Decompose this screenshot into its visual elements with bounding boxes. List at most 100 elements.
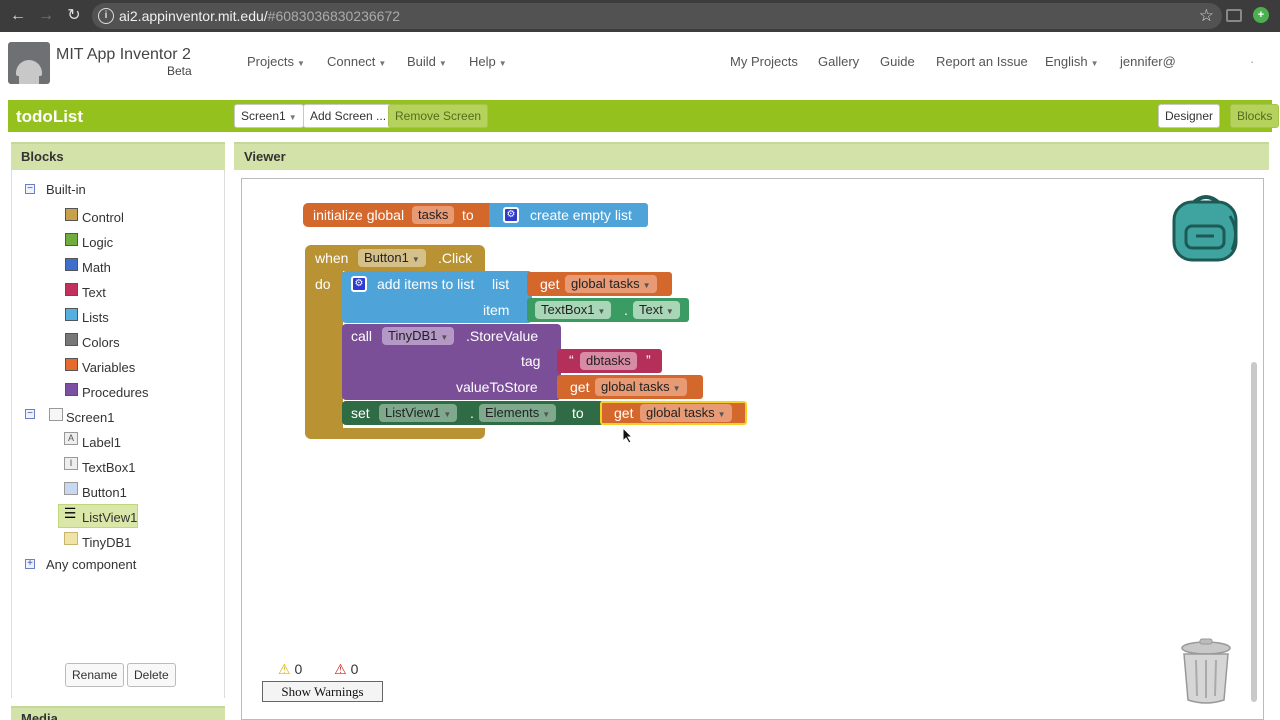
textbox-icon: I bbox=[64, 457, 78, 470]
screen1-collapse-icon[interactable]: − bbox=[25, 409, 35, 419]
button-icon bbox=[64, 482, 78, 495]
var-dropdown-2[interactable]: global tasks ▼ bbox=[595, 378, 687, 396]
tree-any-component[interactable]: Any component bbox=[46, 557, 136, 572]
link-gallery[interactable]: Gallery bbox=[818, 54, 859, 69]
textbox-component-dropdown[interactable]: TextBox1 ▼ bbox=[535, 301, 612, 319]
item-socket-label: item bbox=[483, 302, 510, 318]
trash-can-icon[interactable] bbox=[1179, 638, 1233, 704]
back-icon[interactable]: ← bbox=[8, 6, 28, 26]
link-my-projects[interactable]: My Projects bbox=[730, 54, 798, 69]
tag-text-field[interactable]: dbtasks bbox=[580, 352, 637, 370]
extension-icon[interactable]: + bbox=[1253, 7, 1269, 23]
quote-open: “ bbox=[569, 352, 574, 368]
add-items-gear-icon[interactable]: ⚙ bbox=[351, 276, 367, 292]
browser-toolbar: ← → ↻ i ai2.appinventor.mit.edu/#6083036… bbox=[0, 0, 1280, 32]
textbox-prop-dropdown[interactable]: Text ▼ bbox=[633, 301, 680, 319]
tinydb-icon bbox=[64, 532, 78, 545]
warning-counters: ⚠ 0 ⚠ 0 bbox=[278, 661, 358, 678]
procedures-swatch-icon bbox=[65, 383, 78, 396]
delete-button[interactable]: Delete bbox=[127, 663, 176, 687]
tree-text[interactable]: Text bbox=[82, 285, 106, 300]
tree-button1[interactable]: Button1 bbox=[82, 485, 127, 500]
tree-logic[interactable]: Logic bbox=[82, 235, 113, 250]
tree-colors[interactable]: Colors bbox=[82, 335, 120, 350]
brand-title: MIT App Inventor 2 bbox=[56, 46, 191, 63]
designer-button[interactable]: Designer bbox=[1158, 104, 1221, 128]
elements-prop-dropdown[interactable]: Elements ▼ bbox=[479, 404, 557, 422]
reload-icon[interactable]: ↻ bbox=[64, 6, 84, 26]
tag-socket-label: tag bbox=[521, 353, 541, 369]
error-triangle-icon: ⚠ bbox=[334, 661, 347, 677]
label-icon: A bbox=[64, 432, 78, 445]
error-count: 0 bbox=[350, 661, 359, 677]
backpack-icon[interactable] bbox=[1170, 192, 1242, 264]
tree-lists[interactable]: Lists bbox=[82, 310, 109, 325]
forward-icon[interactable]: → bbox=[36, 6, 56, 26]
do-label: do bbox=[315, 276, 331, 292]
menu-projects[interactable]: Projects ▼ bbox=[247, 54, 305, 69]
viewer-title: Viewer bbox=[234, 142, 1269, 170]
colors-swatch-icon bbox=[65, 333, 78, 346]
tree-tinydb1[interactable]: TinyDB1 bbox=[82, 535, 131, 550]
link-report-issue[interactable]: Report an Issue bbox=[936, 54, 1028, 69]
show-warnings-button[interactable]: Show Warnings bbox=[262, 681, 383, 702]
language-menu[interactable]: English ▼ bbox=[1045, 54, 1099, 69]
menu-help[interactable]: Help ▼ bbox=[469, 54, 507, 69]
get-label-2: get bbox=[570, 379, 590, 395]
tree-label1[interactable]: Label1 bbox=[82, 435, 121, 450]
event-name-label: .Click bbox=[438, 250, 473, 266]
mutator-gear-icon[interactable]: ⚙ bbox=[503, 207, 519, 223]
lists-swatch-icon bbox=[65, 308, 78, 321]
variables-swatch-icon bbox=[65, 358, 78, 371]
listview-icon: ☰ bbox=[63, 505, 77, 521]
init-to-label: to bbox=[462, 207, 474, 223]
tree-builtin[interactable]: Built-in bbox=[46, 182, 86, 197]
tree-screen1[interactable]: Screen1 bbox=[66, 410, 114, 425]
url-text: ai2.appinventor.mit.edu/#608303683023667… bbox=[119, 8, 401, 24]
warning-triangle-icon: ⚠ bbox=[278, 661, 291, 677]
when-label: when bbox=[315, 250, 349, 266]
menu-build[interactable]: Build ▼ bbox=[407, 54, 447, 69]
any-component-expand-icon[interactable]: + bbox=[25, 559, 35, 569]
var-dropdown-3[interactable]: global tasks ▼ bbox=[640, 404, 732, 422]
text-swatch-icon bbox=[65, 283, 78, 296]
info-icon[interactable]: i bbox=[98, 8, 114, 24]
math-swatch-icon bbox=[65, 258, 78, 271]
set-label: set bbox=[351, 405, 370, 421]
menu-connect[interactable]: Connect ▼ bbox=[327, 54, 386, 69]
media-panel-title: Media bbox=[11, 706, 225, 720]
textbox-dot: . bbox=[624, 302, 628, 318]
tinydb-component-dropdown[interactable]: TinyDB1 ▼ bbox=[382, 327, 455, 345]
blocks-panel-title: Blocks bbox=[11, 142, 225, 170]
address-bar[interactable]: i ai2.appinventor.mit.edu/#6083036830236… bbox=[92, 3, 1222, 29]
tree-procedures[interactable]: Procedures bbox=[82, 385, 148, 400]
workspace-scrollbar[interactable] bbox=[1251, 362, 1257, 702]
remove-screen-button[interactable]: Remove Screen bbox=[388, 104, 489, 128]
rename-button[interactable]: Rename bbox=[65, 663, 125, 687]
add-screen-button[interactable]: Add Screen ... bbox=[303, 104, 394, 128]
app-inventor-logo[interactable] bbox=[8, 42, 50, 84]
global-name-field[interactable]: tasks bbox=[412, 206, 455, 224]
project-name: todoList bbox=[16, 107, 84, 126]
screen-select[interactable]: Screen1 ▼ bbox=[234, 104, 304, 128]
builtin-collapse-icon[interactable]: − bbox=[25, 184, 35, 194]
listview-component-dropdown[interactable]: ListView1 ▼ bbox=[379, 404, 458, 422]
logic-swatch-icon bbox=[65, 233, 78, 246]
tree-math[interactable]: Math bbox=[82, 260, 111, 275]
tree-control[interactable]: Control bbox=[82, 210, 124, 225]
event-component-dropdown[interactable]: Button1 ▼ bbox=[358, 249, 426, 267]
call-label: call bbox=[351, 328, 373, 344]
bookmark-star-icon[interactable]: ☆ bbox=[1199, 6, 1214, 26]
tree-variables[interactable]: Variables bbox=[82, 360, 135, 375]
tree-textbox1[interactable]: TextBox1 bbox=[82, 460, 135, 475]
quote-close: ” bbox=[646, 352, 651, 368]
link-guide[interactable]: Guide bbox=[880, 54, 915, 69]
blocks-button[interactable]: Blocks bbox=[1230, 104, 1280, 128]
app-header: MIT App Inventor 2 Beta Projects ▼ Connec… bbox=[0, 32, 1280, 94]
header-dot: · bbox=[1250, 54, 1255, 69]
var-dropdown-1[interactable]: global tasks ▼ bbox=[565, 275, 657, 293]
blocks-panel bbox=[11, 170, 225, 698]
user-menu[interactable]: jennifer@ bbox=[1120, 54, 1176, 69]
tree-listview1[interactable]: ListView1 bbox=[82, 510, 137, 525]
cast-icon[interactable] bbox=[1226, 9, 1242, 22]
